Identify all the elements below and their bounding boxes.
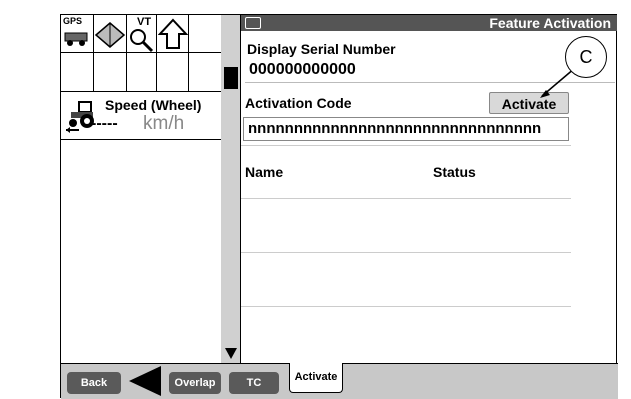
speed-value: ----- (91, 115, 118, 132)
monitor-icon (245, 17, 261, 29)
empty-cell[interactable] (189, 53, 221, 91)
scroll-thumb[interactable] (224, 67, 238, 89)
table-row[interactable] (241, 252, 571, 253)
serial-label: Display Serial Number (247, 41, 396, 57)
empty-cell[interactable] (61, 53, 94, 91)
display-frame: GPS VT Speed (Wheel) ----- km/h Feature … (60, 14, 618, 399)
scrollbar[interactable] (221, 15, 241, 363)
speed-unit: km/h (143, 113, 185, 134)
overlap-button[interactable]: Overlap (169, 372, 221, 394)
gps-cell[interactable]: GPS (61, 15, 94, 53)
feature-activation-panel: Feature Activation Display Serial Number… (241, 15, 618, 363)
window-title: Feature Activation (489, 15, 611, 31)
divider (241, 145, 571, 146)
activate-button[interactable]: Activate (489, 92, 569, 114)
tool-cell[interactable] (94, 15, 127, 53)
callout-label: C (565, 36, 607, 78)
up-arrow-icon (158, 18, 188, 49)
column-header-status: Status (433, 164, 476, 180)
tc-button[interactable]: TC (229, 372, 279, 394)
speed-title: Speed (Wheel) (105, 97, 202, 113)
gps-label: GPS (63, 16, 83, 26)
softkey-bar: Back Overlap TC Activate (61, 363, 618, 399)
speed-module[interactable]: Speed (Wheel) ----- km/h (61, 91, 221, 140)
gps-receiver-icon (64, 32, 88, 46)
back-button[interactable]: Back (67, 372, 121, 394)
activation-code-input[interactable]: nnnnnnnnnnnnnnnnnnnnnnnnnnnnnnnn (243, 117, 569, 141)
scroll-down-arrow-icon[interactable] (225, 348, 237, 359)
vt-cell[interactable]: VT (127, 15, 157, 53)
empty-cell[interactable] (189, 15, 221, 53)
empty-cell[interactable] (127, 53, 157, 91)
icon-grid: GPS VT (61, 15, 221, 92)
empty-cell[interactable] (94, 53, 127, 91)
up-arrow-cell[interactable] (157, 15, 189, 53)
tab-activate[interactable]: Activate (289, 363, 343, 393)
title-bar: Feature Activation (241, 15, 617, 31)
left-panel: GPS VT Speed (Wheel) ----- km/h (61, 15, 222, 363)
magnifier-icon (130, 29, 154, 53)
table-row[interactable] (241, 306, 571, 307)
activation-code-label: Activation Code (245, 95, 352, 111)
empty-cell[interactable] (157, 53, 189, 91)
serial-value: 000000000000 (245, 61, 615, 83)
table-row[interactable] (241, 198, 571, 199)
left-arrow-icon[interactable] (125, 364, 165, 398)
column-header-name: Name (245, 164, 284, 180)
book-icon (94, 22, 126, 48)
